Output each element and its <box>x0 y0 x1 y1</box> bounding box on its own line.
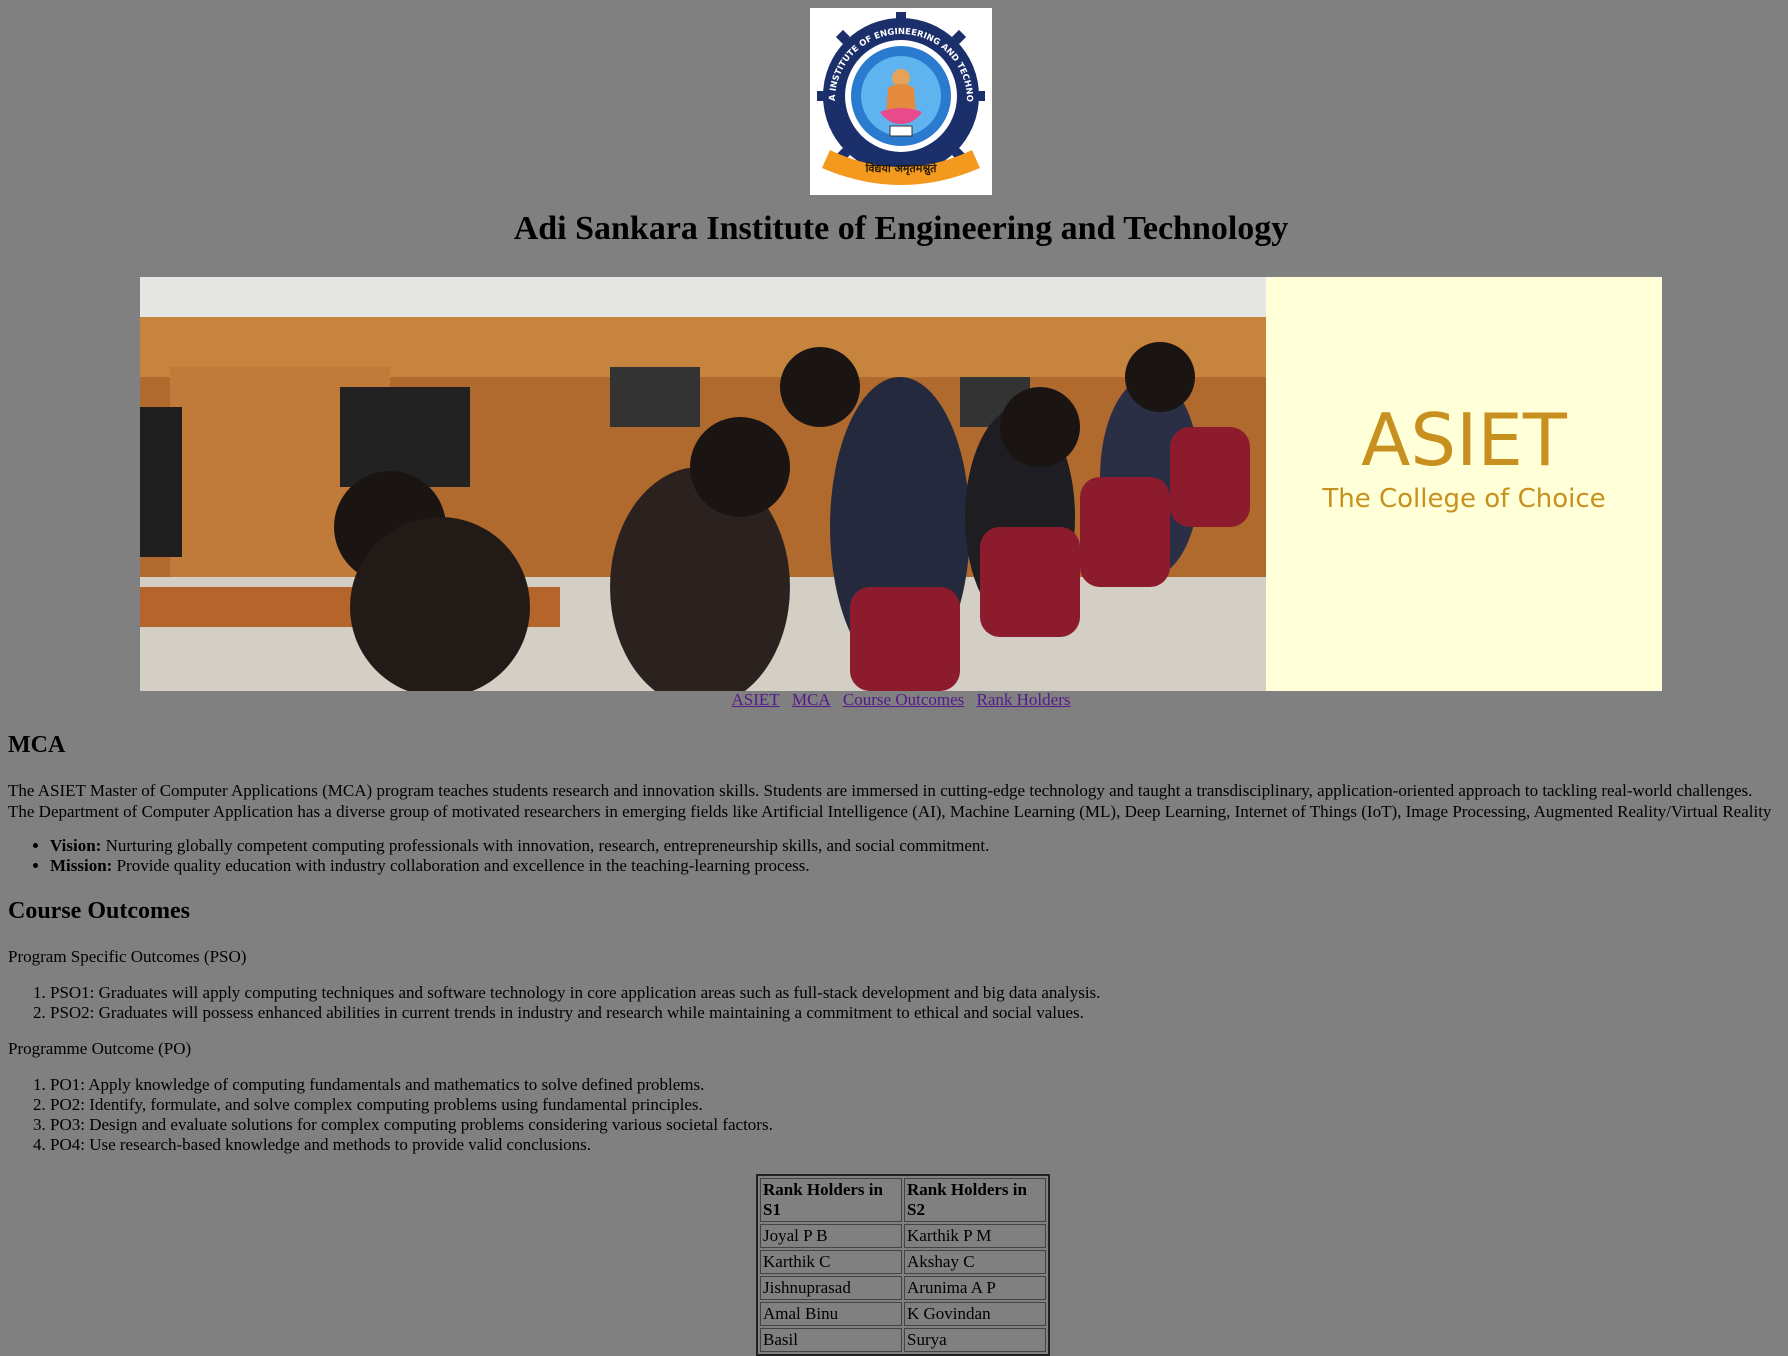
mca-points: Vision: Nurturing globally competent com… <box>0 836 1780 876</box>
course-outcomes-heading: Course Outcomes <box>8 898 190 924</box>
hero-banner: ASIET The College of Choice <box>140 277 1662 691</box>
rank-holders-table: Rank Holders in S1 Rank Holders in S2 Jo… <box>756 1174 1050 1356</box>
mca-heading: MCA <box>8 732 66 758</box>
table-cell: Amal Binu <box>760 1302 902 1326</box>
table-cell: Arunima A P <box>904 1276 1046 1300</box>
table-header-row: Rank Holders in S1 Rank Holders in S2 <box>760 1178 1046 1222</box>
mission-label: Mission: <box>50 856 113 875</box>
banner-tagline: The College of Choice <box>1321 484 1605 514</box>
list-item: PO1: Apply knowledge of computing fundam… <box>50 1075 1780 1095</box>
column-header-s1: Rank Holders in S1 <box>760 1178 902 1222</box>
mission-item: Mission: Provide quality education with … <box>50 856 1780 876</box>
vision-item: Vision: Nurturing globally competent com… <box>50 836 1780 856</box>
pso-list: PSO1: Graduates will apply computing tec… <box>0 983 1780 1023</box>
table-cell: Karthik C <box>760 1250 902 1274</box>
po-list: PO1: Apply knowledge of computing fundam… <box>0 1075 1780 1155</box>
table-row: Amal Binu K Govindan <box>760 1302 1046 1326</box>
table-cell: Karthik P M <box>904 1224 1046 1248</box>
list-item: PO2: Identify, formulate, and solve comp… <box>50 1095 1780 1115</box>
list-item: PSO2: Graduates will possess enhanced ab… <box>50 1003 1780 1023</box>
table-cell: K Govindan <box>904 1302 1046 1326</box>
pso-heading: Program Specific Outcomes (PSO) <box>8 947 247 966</box>
section-nav: ASIET MCA Course Outcomes Rank Holders <box>0 690 1788 710</box>
list-item: PO4: Use research-based knowledge and me… <box>50 1135 1780 1155</box>
banner-brand: ASIET <box>1361 398 1568 482</box>
table-cell: Akshay C <box>904 1250 1046 1274</box>
table-row: Joyal P B Karthik P M <box>760 1224 1046 1248</box>
vision-text: Nurturing globally competent computing p… <box>101 836 990 855</box>
mission-text: Provide quality education with industry … <box>112 856 810 875</box>
vision-label: Vision: <box>50 836 102 855</box>
table-cell: Jishnuprasad <box>760 1276 902 1300</box>
table-cell: Basil <box>760 1328 902 1352</box>
table-cell: Joyal P B <box>760 1224 902 1248</box>
institute-logo: विद्यया अमृतमश्नुते ADI SHANKARA INSTITU… <box>806 1 992 195</box>
nav-link-mca[interactable]: MCA <box>792 690 831 709</box>
nav-link-course-outcomes[interactable]: Course Outcomes <box>843 690 964 709</box>
table-row: Basil Surya <box>760 1328 1046 1352</box>
logo-emblem: विद्यया अमृतमश्नुते ADI SHANKARA INSTITU… <box>806 1 985 185</box>
table-row: Jishnuprasad Arunima A P <box>760 1276 1046 1300</box>
logo-motto-text: विद्यया अमृतमश्नुते <box>865 161 938 176</box>
column-header-s2: Rank Holders in S2 <box>904 1178 1046 1222</box>
table-cell: Surya <box>904 1328 1046 1352</box>
mca-intro: The ASIET Master of Computer Application… <box>8 781 1772 821</box>
nav-link-rank-holders[interactable]: Rank Holders <box>977 690 1071 709</box>
po-heading: Programme Outcome (PO) <box>8 1039 192 1058</box>
list-item: PO3: Design and evaluate solutions for c… <box>50 1115 1780 1135</box>
nav-link-asiet[interactable]: ASIET <box>732 690 780 709</box>
list-item: PSO1: Graduates will apply computing tec… <box>50 983 1780 1003</box>
banner-photo: ASIET The College of Choice <box>140 277 1662 691</box>
table-row: Karthik C Akshay C <box>760 1250 1046 1274</box>
page-title: Adi Sankara Institute of Engineering and… <box>513 210 1289 247</box>
